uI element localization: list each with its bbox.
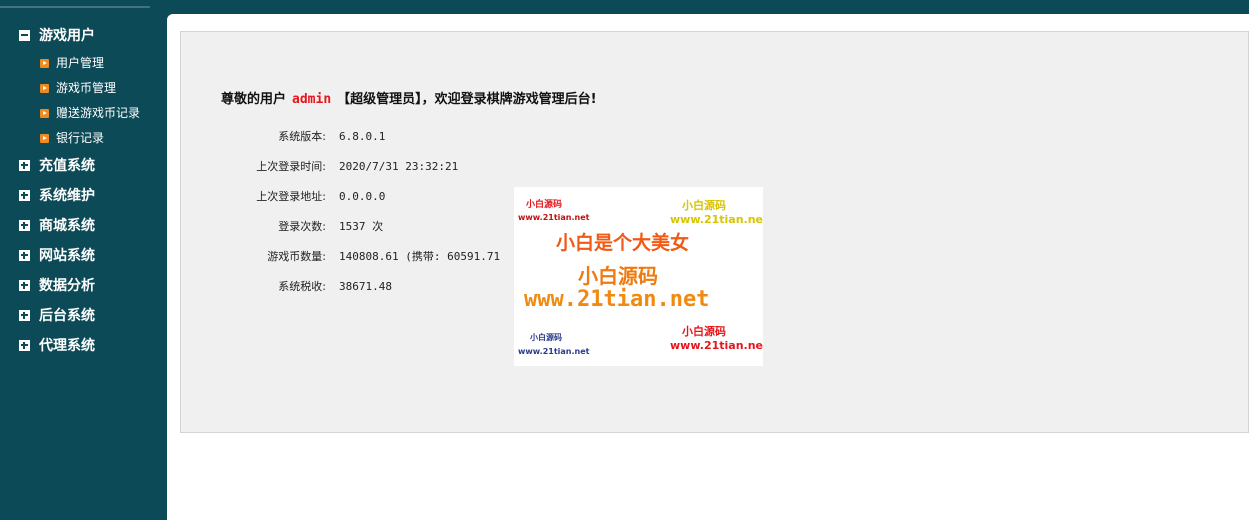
top-bar (0, 0, 1249, 14)
expand-icon (19, 190, 30, 201)
sidebar-group-label: 系统维护 (39, 188, 95, 204)
welcome-panel: 尊敬的用户 admin 【超级管理员】，欢迎登录棋牌游戏管理后台! 系统版本: 6.8… (180, 31, 1249, 433)
expand-icon (19, 160, 30, 171)
arrow-right-icon (40, 59, 49, 68)
info-row-version: 系统版本: 6.8.0.1 (221, 122, 500, 152)
watermark-text: 小白源码 (578, 264, 658, 288)
watermark-text: 小白源码 (682, 199, 726, 212)
sidebar-group-backend[interactable]: 后台系统 (0, 301, 167, 331)
info-value: 140808.61 (携带: 60591.71 (339, 250, 501, 263)
sidebar-group-game-users[interactable]: 游戏用户 (0, 21, 167, 51)
info-row-coin-amount: 游戏币数量: 140808.61 (携带: 60591.71 (221, 242, 500, 272)
sidebar-group-label: 游戏用户 (39, 28, 95, 44)
sidebar-group-label: 商城系统 (39, 218, 95, 234)
username: admin (292, 92, 332, 107)
welcome-message: 尊敬的用户 admin 【超级管理员】，欢迎登录棋牌游戏管理后台! (221, 88, 597, 107)
watermark-text: 小白源码 (682, 325, 726, 338)
info-label: 上次登录时间: (256, 160, 326, 173)
info-label: 登录次数: (278, 220, 326, 233)
expand-icon (19, 310, 30, 321)
sidebar-group-analytics[interactable]: 数据分析 (0, 271, 167, 301)
info-label: 系统版本: (278, 130, 326, 143)
info-value: 0.0.0.0 (339, 190, 386, 203)
sidebar-group-website[interactable]: 网站系统 (0, 241, 167, 271)
watermark-text: www.21tian.net (524, 287, 710, 312)
info-value: 6.8.0.1 (339, 130, 386, 143)
sidebar-group-label: 数据分析 (39, 278, 95, 294)
sidebar-group-maintenance[interactable]: 系统维护 (0, 181, 167, 211)
sidebar-group-label: 网站系统 (39, 248, 95, 264)
info-row-login-count: 登录次数: 1537 次 (221, 212, 500, 242)
info-value: 1537 次 (339, 220, 384, 233)
sidebar-group-agent[interactable]: 代理系统 (0, 331, 167, 361)
main-content: 尊敬的用户 admin 【超级管理员】，欢迎登录棋牌游戏管理后台! 系统版本: 6.8… (167, 14, 1249, 520)
watermark-text: 小白是个大美女 (556, 232, 690, 254)
info-label: 游戏币数量: (267, 250, 326, 263)
watermark-text: www.21tian.net (518, 347, 590, 356)
sidebar-item-bank-records[interactable]: 银行记录 (0, 126, 167, 151)
sidebar-item-gift-coin-records[interactable]: 赠送游戏币记录 (0, 101, 167, 126)
info-row-tax: 系统税收: 38671.48 (221, 272, 500, 302)
sidebar-group-label: 代理系统 (39, 338, 95, 354)
welcome-text: 【超级管理员】，欢迎登录棋牌游戏管理后台! (337, 92, 597, 107)
sidebar-group-label: 后台系统 (39, 308, 95, 324)
sidebar-item-label: 游戏币管理 (56, 81, 117, 95)
system-info: 系统版本: 6.8.0.1 上次登录时间: 2020/7/31 23:32:21 上… (221, 122, 500, 302)
watermark-text: www.21tian.net (670, 213, 763, 226)
collapse-icon (19, 30, 30, 41)
sidebar-group-label: 充值系统 (39, 158, 95, 174)
sidebar-item-label: 用户管理 (56, 56, 105, 70)
expand-icon (19, 220, 30, 231)
watermark-text: 小白源码 (530, 333, 562, 342)
expand-icon (19, 250, 30, 261)
sidebar-group-mall[interactable]: 商城系统 (0, 211, 167, 241)
watermark-text: www.21tian.net (518, 213, 590, 222)
arrow-right-icon (40, 109, 49, 118)
sidebar-group-recharge[interactable]: 充值系统 (0, 151, 167, 181)
sidebar-item-label: 银行记录 (56, 131, 105, 145)
watermark-text: www.21tian.net (670, 339, 763, 352)
sidebar-item-label: 赠送游戏币记录 (56, 106, 141, 120)
sidebar-nav: 游戏用户 用户管理 游戏币管理 赠送游戏币记录 银行记录 充值系统 系统维护 商… (0, 14, 167, 520)
info-value: 2020/7/31 23:32:21 (339, 160, 459, 173)
info-row-last-login-time: 上次登录时间: 2020/7/31 23:32:21 (221, 152, 500, 182)
sidebar-item-coin-management[interactable]: 游戏币管理 (0, 76, 167, 101)
watermark-image: 小白源码 www.21tian.net 小白源码 www.21tian.net … (514, 187, 763, 366)
sidebar-item-user-management[interactable]: 用户管理 (0, 51, 167, 76)
arrow-right-icon (40, 134, 49, 143)
expand-icon (19, 280, 30, 291)
arrow-right-icon (40, 84, 49, 93)
info-label: 系统税收: (278, 280, 326, 293)
expand-icon (19, 340, 30, 351)
top-bar-line (0, 6, 150, 8)
info-row-last-login-ip: 上次登录地址: 0.0.0.0 (221, 182, 500, 212)
info-label: 上次登录地址: (256, 190, 326, 203)
info-value: 38671.48 (339, 280, 392, 293)
welcome-prefix: 尊敬的用户 (221, 92, 287, 107)
watermark-text: 小白源码 (526, 200, 563, 210)
